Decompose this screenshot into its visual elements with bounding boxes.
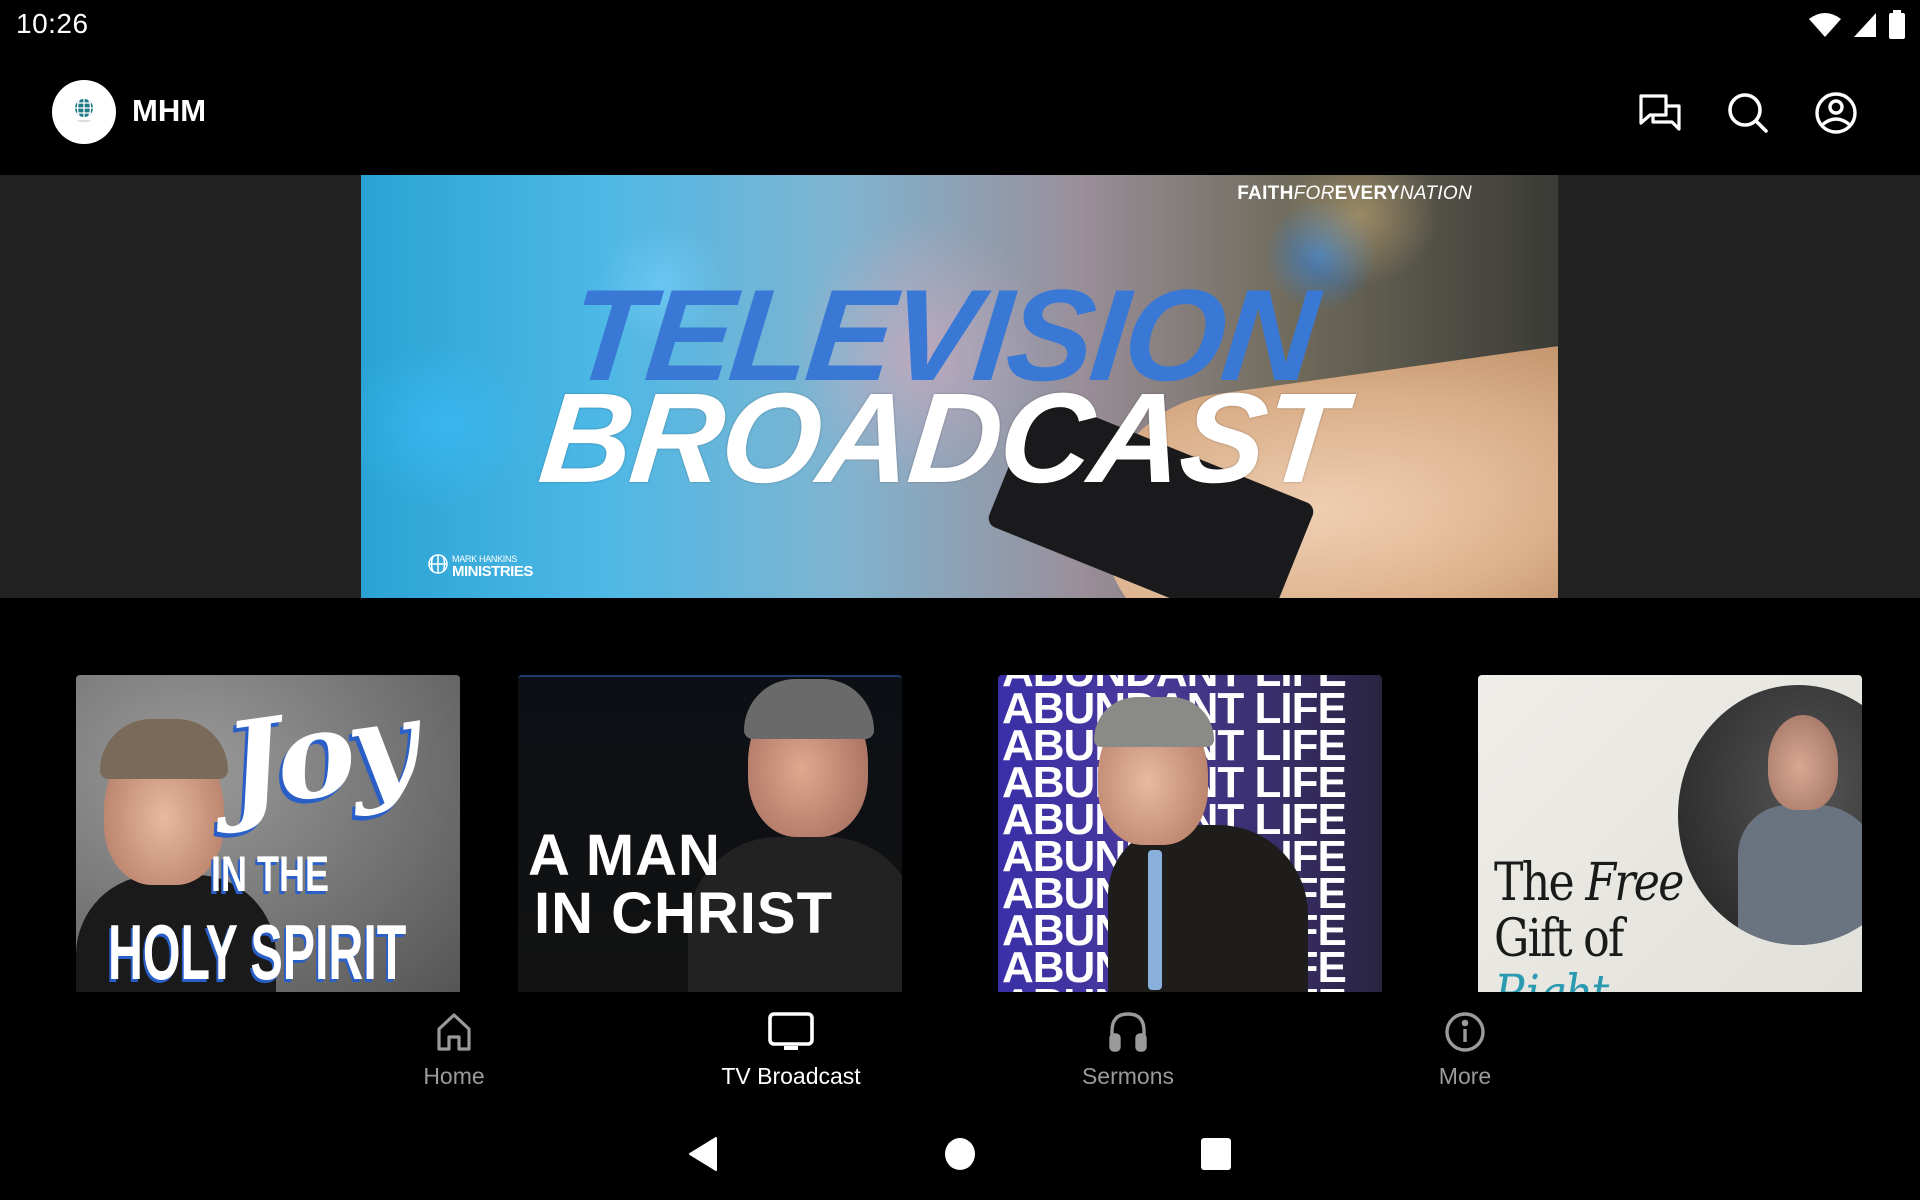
search-icon bbox=[1726, 91, 1770, 140]
person-image bbox=[1094, 697, 1214, 747]
bottom-navigation: Home TV Broadcast Sermons More bbox=[0, 992, 1920, 1110]
tagline-part: FAITH bbox=[1237, 183, 1294, 204]
system-recents-button[interactable] bbox=[1196, 1137, 1236, 1176]
nav-item-home[interactable]: Home bbox=[354, 992, 554, 1110]
person-image bbox=[1108, 825, 1308, 992]
nav-label: Home bbox=[423, 1063, 485, 1089]
nav-item-more[interactable]: More bbox=[1365, 992, 1565, 1110]
hero-title-line-2: BROADCAST bbox=[533, 367, 1349, 510]
app-logo[interactable] bbox=[52, 80, 116, 144]
card-title-script: Joy bbox=[217, 675, 420, 837]
nav-label: More bbox=[1438, 1063, 1492, 1089]
home-circle-icon bbox=[944, 1137, 976, 1176]
nav-label: Sermons bbox=[1081, 1063, 1175, 1089]
tagline-part: NATION bbox=[1399, 183, 1472, 204]
card-title-word: Free bbox=[1585, 853, 1684, 913]
search-button[interactable] bbox=[1720, 87, 1776, 143]
back-icon bbox=[688, 1136, 718, 1177]
app-bar: MHM bbox=[0, 55, 1920, 175]
chat-icon bbox=[1638, 93, 1682, 138]
card-title-line: IN CHRIST bbox=[534, 881, 833, 946]
recents-icon bbox=[1200, 1137, 1232, 1176]
battery-icon bbox=[1888, 10, 1906, 45]
person-image bbox=[1738, 805, 1862, 945]
status-icons bbox=[1808, 10, 1906, 45]
hero-tagline: FAITHFOREVERYNATION bbox=[1237, 183, 1472, 205]
card-title: The Free Gift of Right bbox=[1494, 853, 1684, 992]
system-back-button[interactable] bbox=[683, 1136, 723, 1177]
headphones-icon bbox=[1104, 1009, 1152, 1055]
card-title-line: A MAN bbox=[528, 823, 721, 888]
person-image bbox=[1768, 715, 1838, 810]
series-card-free-gift[interactable]: The Free Gift of Right bbox=[1478, 675, 1862, 992]
tagline-part: EVERY bbox=[1334, 183, 1400, 204]
tv-icon bbox=[767, 1009, 815, 1055]
globe-icon bbox=[427, 553, 449, 580]
brand-big-text: MINISTRIES bbox=[452, 562, 533, 580]
nav-item-sermons[interactable]: Sermons bbox=[1028, 992, 1228, 1110]
card-title-word: The bbox=[1494, 853, 1575, 913]
nav-item-tv-broadcast[interactable]: TV Broadcast bbox=[691, 992, 891, 1110]
series-card-abundant-life[interactable]: ABUNDANT LIFE ABUNDANT LIFE ABUNDANT LIF… bbox=[998, 675, 1382, 992]
card-title-line: Right bbox=[1494, 967, 1683, 992]
person-photo-circle bbox=[1678, 685, 1862, 945]
series-card-joy-in-the-holy-spirit[interactable]: Joy IN THE HOLY SPIRIT bbox=[76, 675, 460, 992]
system-navigation-bar bbox=[0, 1110, 1920, 1200]
info-icon bbox=[1441, 1009, 1489, 1055]
status-bar: 10:26 bbox=[0, 0, 1920, 55]
account-icon bbox=[1814, 91, 1858, 140]
person-image bbox=[1148, 850, 1162, 990]
tagline-part: FOR bbox=[1293, 183, 1335, 204]
account-button[interactable] bbox=[1808, 87, 1864, 143]
globe-logo-icon bbox=[72, 97, 96, 128]
wifi-icon bbox=[1808, 11, 1842, 44]
home-icon bbox=[430, 1009, 478, 1055]
hero-banner[interactable]: FAITHFOREVERYNATION TELEVISION BROADCAST… bbox=[361, 175, 1558, 598]
hero-area: FAITHFOREVERYNATION TELEVISION BROADCAST… bbox=[0, 175, 1920, 598]
card-title-line: Gift of bbox=[1494, 909, 1624, 969]
system-home-button[interactable] bbox=[940, 1137, 980, 1176]
nav-label: TV Broadcast bbox=[721, 1063, 861, 1089]
card-title-line: IN THE bbox=[211, 846, 330, 902]
app-title: MHM bbox=[132, 93, 207, 128]
hero-brand-logo: MARK HANKINS MINISTRIES bbox=[427, 553, 533, 580]
series-card-a-man-in-christ[interactable]: A MAN IN CHRIST bbox=[518, 675, 902, 992]
person-image bbox=[100, 719, 228, 779]
person-image bbox=[744, 679, 874, 739]
cellular-signal-icon bbox=[1852, 11, 1878, 44]
status-time: 10:26 bbox=[16, 8, 89, 39]
card-title: A MAN IN CHRIST bbox=[528, 827, 833, 943]
chat-button[interactable] bbox=[1632, 87, 1688, 143]
card-title-line: HOLY SPIRIT bbox=[108, 908, 407, 992]
